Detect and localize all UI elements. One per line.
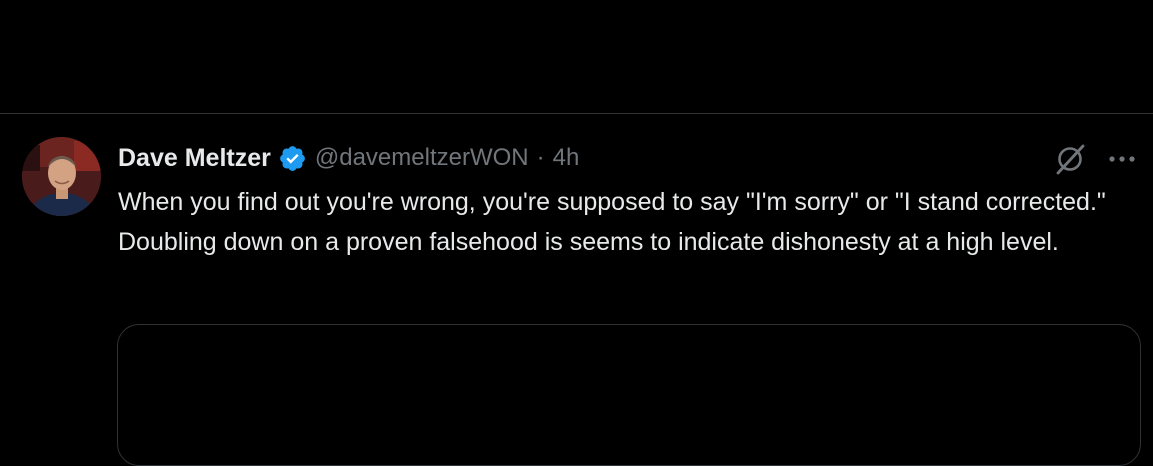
tweet-header: Dave Meltzer @davemeltzerWON · 4h (118, 141, 579, 175)
quoted-tweet-card[interactable] (117, 324, 1141, 466)
tweet[interactable]: Dave Meltzer @davemeltzerWON · 4h When y… (0, 114, 1153, 466)
timestamp[interactable]: 4h (553, 144, 580, 172)
tweet-text: When you find out you're wrong, you're s… (118, 188, 1120, 256)
avatar[interactable] (22, 137, 101, 216)
dot-separator: · (536, 144, 545, 171)
more-options-icon[interactable] (1106, 144, 1140, 174)
verified-badge-icon[interactable] (278, 144, 307, 173)
grok-icon[interactable] (1053, 142, 1087, 176)
display-name[interactable]: Dave Meltzer (118, 144, 271, 173)
handle[interactable]: @davemeltzerWON (315, 144, 529, 172)
